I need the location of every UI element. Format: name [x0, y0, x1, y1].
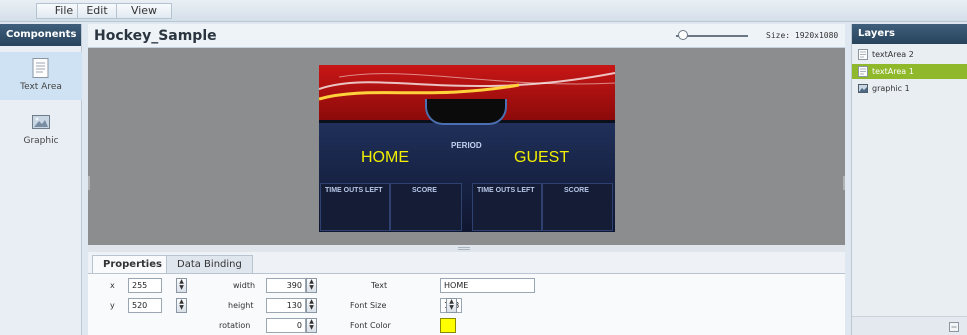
font-size-label: Font Size	[350, 301, 387, 310]
layer-item-textarea-1[interactable]: textArea 1	[852, 64, 967, 79]
home-timeouts-label: TIME OUTS LEFT	[325, 187, 383, 194]
y-stepper[interactable]: ▲ ▼	[176, 298, 187, 313]
layer-item-graphic-1[interactable]: graphic 1	[852, 81, 967, 96]
x-input[interactable]: 255	[128, 278, 162, 293]
y-label: y	[110, 301, 115, 310]
document-header: Hockey_Sample Size: 1920x1080	[88, 24, 845, 48]
text-layer-icon	[858, 49, 868, 60]
menu-view[interactable]: View	[116, 3, 172, 19]
component-graphic-label: Graphic	[23, 136, 59, 146]
scoreboard-guest[interactable]: GUEST	[514, 149, 569, 167]
left-splitter-grip[interactable]	[88, 176, 90, 190]
scoreboard-home[interactable]: HOME	[361, 149, 409, 167]
layer-label: graphic 1	[872, 84, 910, 93]
layers-title: Layers	[852, 24, 967, 44]
font-color-swatch[interactable]	[440, 318, 456, 333]
canvas-properties-splitter[interactable]	[88, 245, 845, 252]
layer-item-textarea-2[interactable]: textArea 2	[852, 47, 967, 62]
splitter-grip[interactable]	[458, 247, 470, 250]
text-label: Text	[371, 281, 388, 290]
guest-score-label: SCORE	[564, 187, 589, 194]
layers-panel: Layers textArea 2 textArea 1 graphic 1	[851, 24, 967, 335]
canvas-size-label: Size: 1920x1080	[766, 31, 839, 40]
menu-bar: File Edit View	[0, 0, 967, 22]
components-panel: Components Text Area Graphic	[0, 24, 82, 335]
component-text-area[interactable]: Text Area	[0, 52, 82, 100]
font-color-label: Font Color	[350, 321, 391, 330]
scoreboard-graphic[interactable]: HOME GUEST PERIOD TIME OUTS LEFT SCORE T…	[319, 65, 615, 232]
font-size-stepper[interactable]: ▲ ▼	[446, 298, 457, 313]
x-label: x	[110, 281, 115, 290]
layers-footer	[852, 316, 967, 335]
height-stepper[interactable]: ▲ ▼	[306, 298, 317, 313]
rotation-stepper[interactable]: ▲ ▼	[306, 318, 317, 333]
right-splitter-grip[interactable]	[843, 176, 845, 190]
layer-label: textArea 1	[872, 67, 914, 76]
text-layer-icon	[858, 66, 868, 77]
y-input[interactable]: 520	[128, 298, 162, 313]
width-input[interactable]: 390	[266, 278, 306, 293]
height-input[interactable]: 130	[266, 298, 306, 313]
delete-layer-icon[interactable]	[948, 321, 960, 333]
zoom-slider-knob[interactable]	[678, 30, 688, 40]
menu-edit[interactable]: Edit	[77, 3, 117, 19]
rotation-input[interactable]: 0	[266, 318, 306, 333]
height-label: height	[228, 301, 254, 310]
layer-label: textArea 2	[872, 50, 914, 59]
graphic-layer-icon	[858, 84, 868, 93]
component-graphic[interactable]: Graphic	[0, 106, 82, 154]
tab-properties[interactable]: Properties	[92, 255, 173, 274]
x-stepper[interactable]: ▲ ▼	[176, 278, 187, 293]
components-title: Components	[0, 24, 81, 46]
text-area-icon	[32, 58, 49, 78]
scoreboard-period-notch	[425, 99, 507, 125]
properties-body: x 255 ▲ ▼ y 520 ▲ ▼ width 390 ▲ ▼ height 13…	[88, 273, 845, 335]
tab-data-binding[interactable]: Data Binding	[166, 255, 253, 273]
guest-timeouts-label: TIME OUTS LEFT	[477, 187, 535, 194]
text-input[interactable]: HOME	[440, 278, 535, 293]
rotation-label: rotation	[219, 321, 251, 330]
width-label: width	[233, 281, 256, 290]
home-score-label: SCORE	[412, 187, 437, 194]
document-title: Hockey_Sample	[94, 28, 217, 44]
width-stepper[interactable]: ▲ ▼	[306, 278, 317, 293]
graphic-icon	[32, 115, 50, 129]
component-text-area-label: Text Area	[20, 82, 62, 92]
scoreboard-period[interactable]: PERIOD	[451, 141, 482, 150]
properties-panel: Properties Data Binding x 255 ▲ ▼ y 520 ▲…	[88, 252, 845, 335]
